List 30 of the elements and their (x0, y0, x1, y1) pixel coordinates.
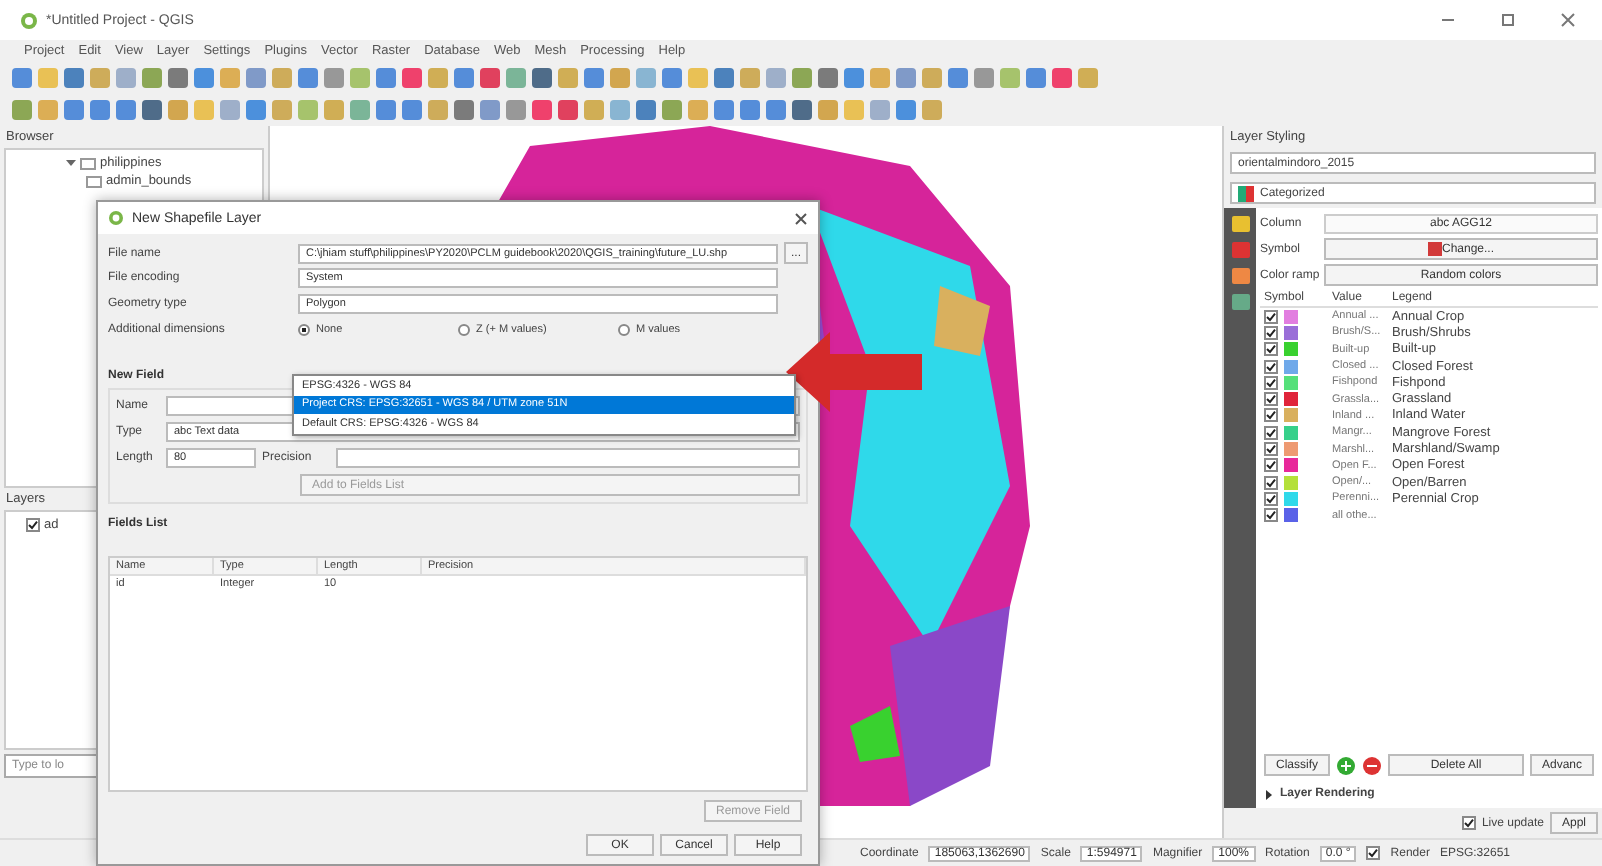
expand-caret-icon[interactable] (1264, 789, 1274, 799)
layer-checkbox[interactable] (26, 518, 40, 532)
category-checkbox[interactable] (1264, 442, 1278, 457)
precision-input[interactable] (336, 448, 800, 468)
app-logo-icon (108, 210, 124, 226)
pointer-arrow-icon (786, 332, 922, 412)
close-icon[interactable] (794, 211, 808, 225)
symbol-swatch (1427, 242, 1442, 256)
live-update-checkbox[interactable] (1461, 816, 1476, 830)
app-logo-icon (20, 11, 38, 29)
category-checkbox[interactable] (1264, 508, 1278, 523)
radio-button[interactable] (298, 324, 310, 336)
remove-icon[interactable] (1362, 755, 1383, 775)
category-checkbox[interactable] (1264, 425, 1278, 440)
category-checkbox[interactable] (1264, 325, 1278, 340)
category-checkbox[interactable] (1264, 408, 1278, 423)
render-checkbox[interactable] (1366, 846, 1381, 860)
category-checkbox[interactable] (1264, 375, 1278, 390)
category-checkbox[interactable] (1264, 475, 1278, 490)
category-checkbox[interactable] (1264, 309, 1278, 324)
expand-caret-icon[interactable] (66, 158, 76, 168)
category-checkbox[interactable] (1264, 458, 1278, 473)
add-icon[interactable] (1336, 755, 1357, 775)
radio-button[interactable] (618, 324, 630, 336)
category-checkbox[interactable] (1264, 342, 1278, 357)
category-checkbox[interactable] (1264, 392, 1278, 407)
category-checkbox[interactable] (1264, 359, 1278, 374)
category-checkbox[interactable] (1264, 491, 1278, 506)
radio-button[interactable] (458, 324, 470, 336)
categorized-icon (1238, 185, 1254, 201)
